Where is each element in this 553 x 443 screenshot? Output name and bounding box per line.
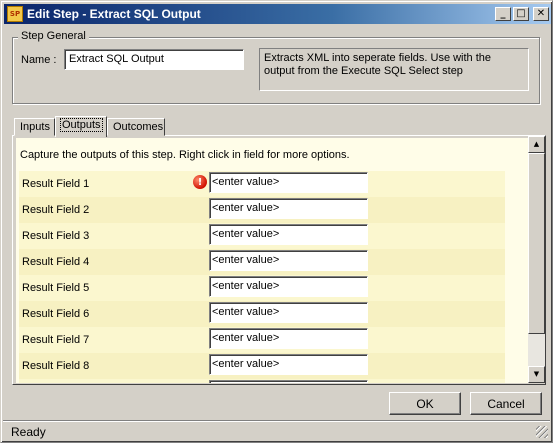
result-field-label: Result Field 3	[22, 230, 90, 242]
app-icon: SP	[7, 6, 23, 22]
table-row-partial	[19, 379, 505, 383]
tab-outcomes[interactable]: Outcomes	[107, 118, 165, 136]
table-row: Result Field 5 <enter value>	[19, 275, 505, 301]
step-general-legend: Step General	[18, 30, 89, 42]
name-label: Name :	[21, 54, 57, 66]
result-field-label: Result Field 8	[22, 360, 90, 372]
tab-inputs-label: Inputs	[20, 121, 50, 133]
step-description: Extracts XML into seperate fields. Use w…	[259, 48, 529, 91]
vertical-scrollbar[interactable]: ▲ ▼	[528, 136, 545, 383]
tab-outputs[interactable]: Outputs	[55, 116, 107, 137]
result-field-input[interactable]: <enter value>	[209, 302, 368, 323]
scroll-thumb[interactable]	[528, 153, 545, 334]
result-field-input[interactable]: <enter value>	[209, 250, 368, 271]
table-row: Result Field 1 ! <enter value>	[19, 171, 505, 197]
result-field-input[interactable]: <enter value>	[209, 198, 368, 219]
status-text: Ready	[11, 425, 46, 439]
tab-outcomes-label: Outcomes	[113, 121, 164, 133]
result-field-label: Result Field 5	[22, 282, 90, 294]
outputs-panel: Capture the outputs of this step. Right …	[16, 138, 528, 383]
result-field-input[interactable]: <enter value>	[209, 328, 368, 349]
result-field-label: Result Field 2	[22, 204, 90, 216]
result-field-input[interactable]: <enter value>	[209, 172, 368, 193]
cancel-button[interactable]: Cancel	[470, 392, 542, 415]
result-field-label: Result Field 6	[22, 308, 90, 320]
window-title: Edit Step - Extract SQL Output	[27, 7, 201, 21]
scroll-up-icon[interactable]: ▲	[528, 136, 545, 153]
table-row: Result Field 2 <enter value>	[19, 197, 505, 223]
result-field-input[interactable]: <enter value>	[209, 224, 368, 245]
result-field-label: Result Field 7	[22, 334, 90, 346]
status-bar: Ready	[3, 420, 550, 440]
error-icon[interactable]: !	[193, 175, 207, 189]
name-input[interactable]: Extract SQL Output	[64, 49, 244, 70]
close-button[interactable]: ✕	[533, 7, 549, 21]
table-row: Result Field 7 <enter value>	[19, 327, 505, 353]
table-row: Result Field 4 <enter value>	[19, 249, 505, 275]
tab-outputs-label: Outputs	[60, 118, 103, 132]
table-row: Result Field 3 <enter value>	[19, 223, 505, 249]
table-row: Result Field 6 <enter value>	[19, 301, 505, 327]
minimize-button[interactable]: _	[495, 7, 511, 21]
result-field-label: Result Field 1	[22, 178, 90, 190]
title-bar[interactable]: SP Edit Step - Extract SQL Output _ □ ✕	[4, 4, 551, 24]
maximize-button[interactable]: □	[513, 7, 529, 21]
table-row: Result Field 8 <enter value>	[19, 353, 505, 379]
tab-inputs[interactable]: Inputs	[14, 118, 55, 136]
ok-button[interactable]: OK	[389, 392, 461, 415]
outputs-caption: Capture the outputs of this step. Right …	[20, 149, 350, 161]
resize-grip-icon[interactable]	[536, 426, 548, 438]
scroll-down-icon[interactable]: ▼	[528, 366, 545, 383]
result-field-label: Result Field 4	[22, 256, 90, 268]
result-field-input-partial[interactable]	[209, 380, 368, 383]
result-field-input[interactable]: <enter value>	[209, 276, 368, 297]
result-field-input[interactable]: <enter value>	[209, 354, 368, 375]
